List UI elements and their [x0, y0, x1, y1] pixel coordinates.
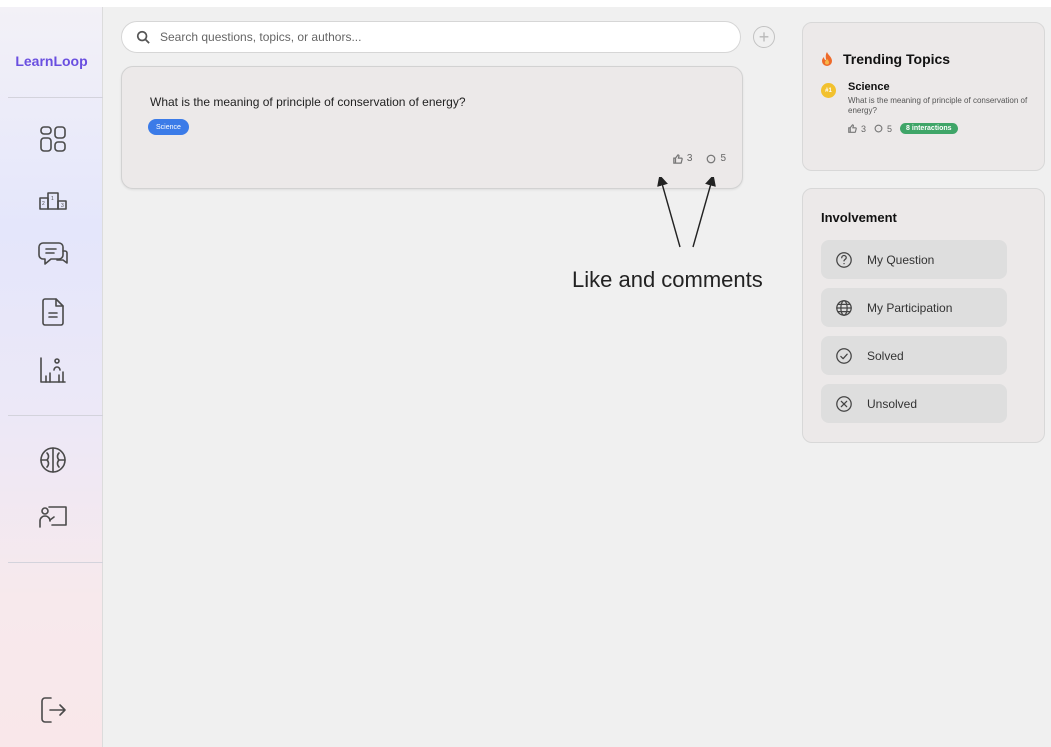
trending-title-text: Trending Topics [843, 51, 951, 67]
divider [8, 97, 103, 98]
divider [8, 562, 103, 563]
fire-icon [822, 52, 832, 66]
trending-title: Trending Topics [821, 51, 950, 67]
question-circle-icon [836, 251, 852, 268]
annotation-arrows [657, 177, 716, 248]
trending-topics-panel: Trending Topics #1 Science What is the m… [802, 22, 1045, 171]
svg-text:2: 2 [42, 201, 45, 207]
trending-like-count: 3 [861, 123, 867, 134]
my-question-button[interactable]: My Question [821, 240, 1007, 279]
thumbs-up-icon [673, 153, 683, 164]
trending-like: 3 [848, 124, 866, 134]
logout-icon[interactable] [36, 693, 70, 727]
my-participation-button[interactable]: My Participation [821, 288, 1007, 327]
solved-button[interactable]: Solved [821, 336, 1007, 375]
thumbs-up-icon [848, 124, 857, 133]
involvement-panel: Involvement My Question My Participation… [802, 188, 1045, 443]
like-button[interactable]: 3 [673, 153, 693, 164]
topic-tag[interactable]: Science [148, 119, 189, 135]
unsolved-label: Unsolved [867, 396, 918, 411]
search-bar[interactable] [121, 21, 741, 53]
svg-text:1: 1 [51, 196, 54, 202]
analytics-icon[interactable] [36, 353, 70, 387]
search-icon [136, 30, 150, 44]
comment-icon [707, 154, 716, 163]
trending-comment-count: 5 [887, 123, 893, 134]
solved-label: Solved [867, 348, 904, 363]
globe-icon [836, 299, 852, 316]
annotation-label: Like and comments [572, 267, 763, 292]
trending-topic-name[interactable]: Science [848, 81, 890, 93]
comment-icon [874, 124, 883, 133]
involvement-title: Involvement [821, 210, 897, 225]
question-stats: 3 5 [673, 153, 726, 164]
my-question-label: My Question [867, 252, 935, 267]
sidebar: LearnLoop 12 3 [0, 7, 103, 747]
plus-circle-icon[interactable]: + [753, 26, 775, 48]
comment-button[interactable]: 5 [706, 153, 726, 164]
check-circle-icon [836, 347, 852, 364]
svg-text:3: 3 [61, 203, 64, 209]
discussion-icon[interactable] [36, 237, 70, 271]
unsolved-button[interactable]: Unsolved [821, 384, 1007, 423]
like-count: 3 [686, 153, 693, 164]
app-window: LearnLoop 12 3 + [0, 7, 1051, 747]
leaderboard-icon[interactable]: 12 3 [36, 180, 70, 214]
app-logo[interactable]: LearnLoop [0, 53, 103, 69]
divider [8, 415, 103, 416]
search-input[interactable] [160, 30, 740, 44]
dashboard-icon[interactable] [36, 122, 70, 156]
question-card[interactable]: What is the meaning of principle of cons… [121, 66, 743, 189]
brain-icon[interactable] [36, 443, 70, 477]
document-icon[interactable] [36, 295, 70, 329]
x-circle-icon [836, 395, 852, 412]
comment-count: 5 [720, 153, 726, 164]
rank-badge: #1 [821, 83, 836, 98]
my-participation-label: My Participation [867, 300, 953, 315]
classroom-icon[interactable] [36, 501, 70, 535]
question-title[interactable]: What is the meaning of principle of cons… [150, 95, 466, 109]
trending-topic-description[interactable]: What is the meaning of principle of cons… [848, 96, 1028, 116]
trending-comment: 5 [874, 124, 892, 134]
interactions-badge: 8 interactions [900, 123, 958, 134]
trending-stats: 3 5 8 interactions [848, 123, 958, 134]
